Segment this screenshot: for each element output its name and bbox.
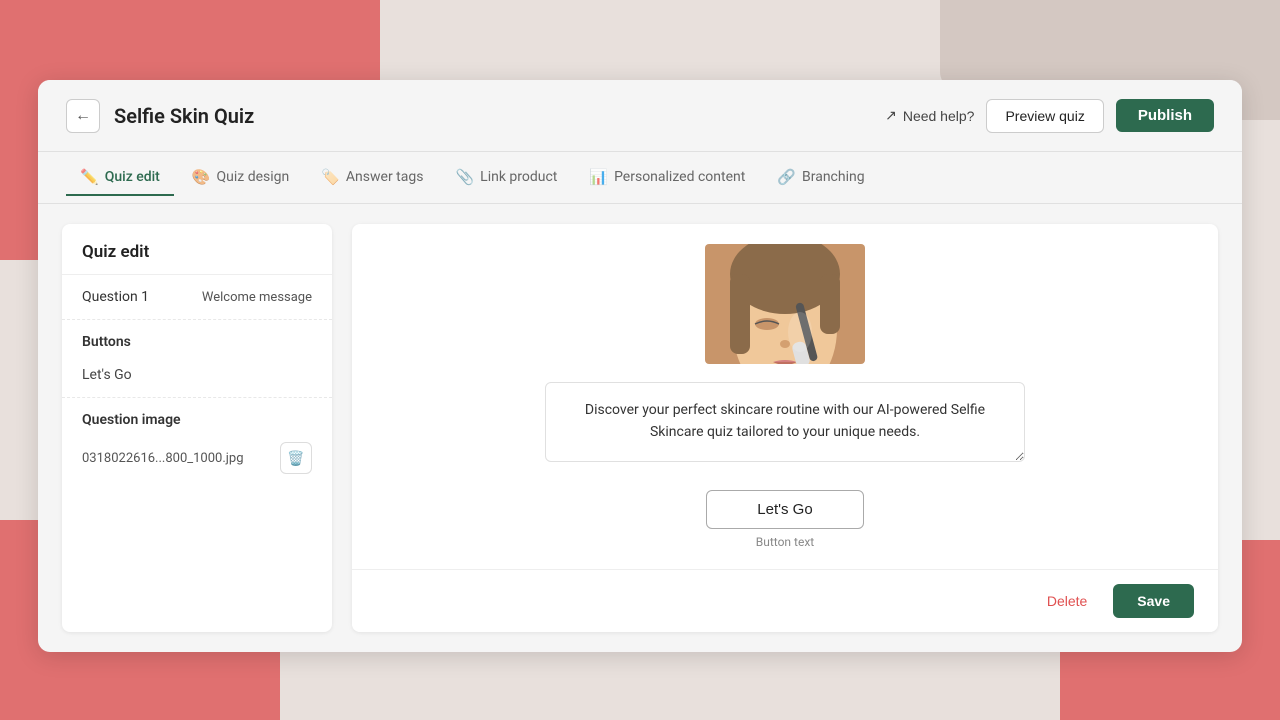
main-content: Quiz edit Question 1 Welcome message But… [38,204,1242,652]
button-item-label: Let's Go [82,367,132,383]
need-help-button[interactable]: ↗ Need help? [885,107,974,124]
tab-personalized-content[interactable]: 📊 Personalized content [575,160,759,196]
tab-bar: ✏️ Quiz edit 🎨 Quiz design 🏷️ Answer tag… [38,152,1242,204]
palette-icon: 🎨 [192,168,211,186]
preview-area: Discover your perfect skincare routine w… [352,224,1218,569]
pencil-icon: ✏️ [80,168,99,186]
right-panel: Discover your perfect skincare routine w… [352,224,1218,632]
tab-answer-tags[interactable]: 🏷️ Answer tags [307,160,437,196]
publish-button[interactable]: Publish [1116,99,1214,132]
question-label: Question 1 [82,289,149,305]
tab-quiz-edit[interactable]: ✏️ Quiz edit [66,160,174,196]
delete-button[interactable]: Delete [1033,585,1101,617]
tab-branching[interactable]: 🔗 Branching [763,160,878,196]
image-row: 0318022616...800_1000.jpg 🗑️ [62,436,332,490]
lets-go-button[interactable]: Let's Go [706,490,863,529]
question-value: Welcome message [202,290,312,305]
buttons-section-title: Buttons [62,320,332,358]
link-icon: 📎 [455,168,474,186]
tab-link-product[interactable]: 📎 Link product [441,160,571,196]
tab-quiz-design[interactable]: 🎨 Quiz design [178,160,303,196]
app-header: ← Selfie Skin Quiz ↗ Need help? Preview … [38,80,1242,152]
back-icon: ← [75,107,91,125]
description-textarea[interactable]: Discover your perfect skincare routine w… [545,382,1025,462]
page-title: Selfie Skin Quiz [114,104,885,128]
bottom-action-bar: Delete Save [352,569,1218,632]
button-text-hint: Button text [756,535,814,549]
question-row[interactable]: Question 1 Welcome message [62,275,332,320]
trash-icon: 🗑️ [287,450,304,467]
left-panel-title: Quiz edit [62,224,332,275]
left-panel: Quiz edit Question 1 Welcome message But… [62,224,332,632]
image-section-title: Question image [62,398,332,436]
button-item-row: Let's Go [62,358,332,398]
preview-quiz-button[interactable]: Preview quiz [986,99,1103,133]
delete-image-button[interactable]: 🗑️ [280,442,312,474]
tag-icon: 🏷️ [321,168,340,186]
app-window: ← Selfie Skin Quiz ↗ Need help? Preview … [38,80,1242,652]
header-actions: ↗ Need help? Preview quiz Publish [885,99,1214,133]
external-link-icon: ↗ [885,107,897,124]
save-button[interactable]: Save [1113,584,1194,618]
image-filename: 0318022616...800_1000.jpg [82,451,244,466]
question-image [705,244,865,364]
chart-icon: 📊 [589,168,608,186]
back-button[interactable]: ← [66,99,100,133]
branch-icon: 🔗 [777,168,796,186]
